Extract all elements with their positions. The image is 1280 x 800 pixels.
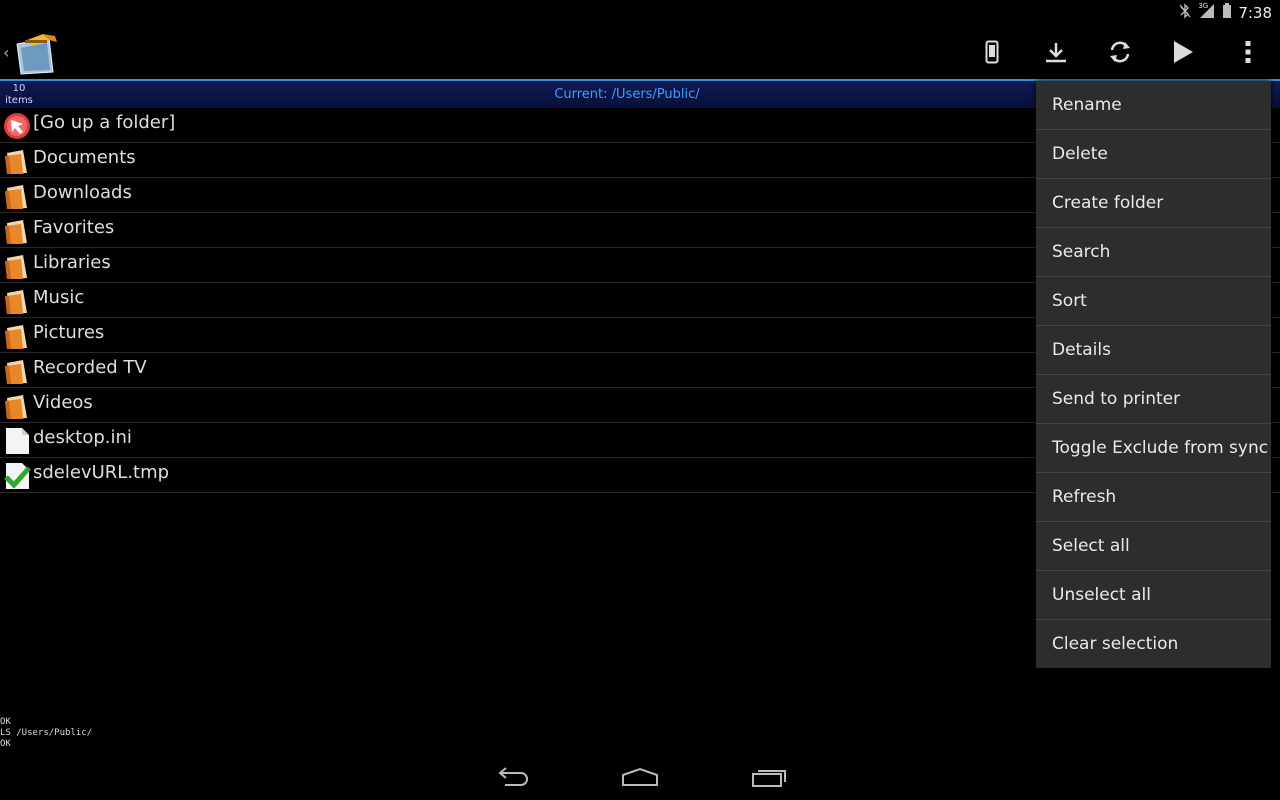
menu-item-label: Sort bbox=[1052, 291, 1087, 311]
menu-item-label: Unselect all bbox=[1052, 585, 1151, 605]
file-name: Videos bbox=[33, 392, 93, 413]
file-name: desktop.ini bbox=[33, 427, 132, 448]
recent-apps-icon[interactable] bbox=[741, 762, 797, 792]
menu-item-label: Select all bbox=[1052, 536, 1130, 556]
menu-item-label: Refresh bbox=[1052, 487, 1117, 507]
up-caret-icon[interactable]: ‹ bbox=[3, 43, 9, 62]
file-name: Favorites bbox=[33, 217, 115, 238]
folder-icon bbox=[3, 252, 31, 280]
console-line: OK bbox=[0, 739, 11, 749]
console-line: OK bbox=[0, 717, 11, 727]
folder-icon bbox=[3, 182, 31, 210]
menu-item-delete[interactable]: Delete bbox=[1036, 130, 1271, 179]
menu-item-refresh[interactable]: Refresh bbox=[1036, 473, 1271, 522]
menu-item-sort[interactable]: Sort bbox=[1036, 277, 1271, 326]
home-icon[interactable] bbox=[612, 762, 668, 792]
console-line: LS /Users/Public/ bbox=[0, 728, 93, 738]
menu-item-toggle-exclude-sync[interactable]: Toggle Exclude from sync bbox=[1036, 424, 1271, 473]
file-name: Music bbox=[33, 287, 85, 308]
menu-item-label: Create folder bbox=[1052, 193, 1164, 213]
file-name: Pictures bbox=[33, 322, 105, 343]
file-name: Downloads bbox=[33, 182, 132, 203]
menu-item-label: Rename bbox=[1052, 95, 1122, 115]
folder-icon bbox=[3, 357, 31, 385]
action-bar: ‹ bbox=[0, 25, 1280, 81]
menu-item-clear-selection[interactable]: Clear selection bbox=[1036, 620, 1271, 668]
menu-item-rename[interactable]: Rename bbox=[1036, 81, 1271, 130]
menu-item-label: Search bbox=[1052, 242, 1111, 262]
folder-icon bbox=[3, 322, 31, 350]
file-name: Recorded TV bbox=[33, 357, 147, 378]
menu-item-label: Clear selection bbox=[1052, 634, 1179, 654]
system-nav-bar bbox=[0, 752, 1280, 800]
file-name: Documents bbox=[33, 147, 136, 168]
menu-item-label: Send to printer bbox=[1052, 389, 1181, 409]
menu-item-label: Delete bbox=[1052, 144, 1108, 164]
console-log: OK LS /Users/Public/ OK bbox=[0, 717, 92, 750]
file-name: Libraries bbox=[33, 252, 111, 273]
menu-item-create-folder[interactable]: Create folder bbox=[1036, 179, 1271, 228]
file-icon bbox=[3, 427, 31, 455]
folder-icon bbox=[3, 147, 31, 175]
refresh-icon[interactable] bbox=[1088, 25, 1152, 79]
battery-icon bbox=[1222, 2, 1232, 23]
go-up-icon bbox=[3, 112, 31, 140]
bluetooth-off-icon bbox=[1178, 2, 1192, 23]
menu-item-label: Details bbox=[1052, 340, 1111, 360]
menu-item-select-all[interactable]: Select all bbox=[1036, 522, 1271, 571]
folder-icon bbox=[3, 287, 31, 315]
overflow-menu-icon[interactable] bbox=[1216, 25, 1280, 79]
network-type-label: 3G bbox=[1198, 1, 1209, 10]
signal-icon: 3G bbox=[1198, 1, 1216, 23]
menu-item-send-to-printer[interactable]: Send to printer bbox=[1036, 375, 1271, 424]
folder-icon bbox=[3, 392, 31, 420]
status-icons: 3G 7:38 bbox=[1178, 2, 1272, 23]
checked-file-icon bbox=[3, 462, 31, 490]
menu-item-unselect-all[interactable]: Unselect all bbox=[1036, 571, 1271, 620]
menu-item-search[interactable]: Search bbox=[1036, 228, 1271, 277]
status-bar: 3G 7:38 bbox=[0, 0, 1280, 25]
file-name: [Go up a folder] bbox=[33, 112, 176, 133]
clock: 7:38 bbox=[1238, 3, 1272, 22]
menu-item-details[interactable]: Details bbox=[1036, 326, 1271, 375]
phone-icon[interactable] bbox=[960, 25, 1024, 79]
file-name: sdelevURL.tmp bbox=[33, 462, 170, 483]
play-icon[interactable] bbox=[1151, 25, 1215, 79]
back-icon[interactable] bbox=[484, 762, 540, 792]
overflow-menu: Rename Delete Create folder Search Sort … bbox=[1036, 81, 1271, 668]
folder-icon bbox=[3, 217, 31, 245]
app-logo-icon[interactable] bbox=[13, 30, 61, 76]
download-icon[interactable] bbox=[1024, 25, 1088, 79]
menu-item-label: Toggle Exclude from sync bbox=[1052, 438, 1269, 458]
